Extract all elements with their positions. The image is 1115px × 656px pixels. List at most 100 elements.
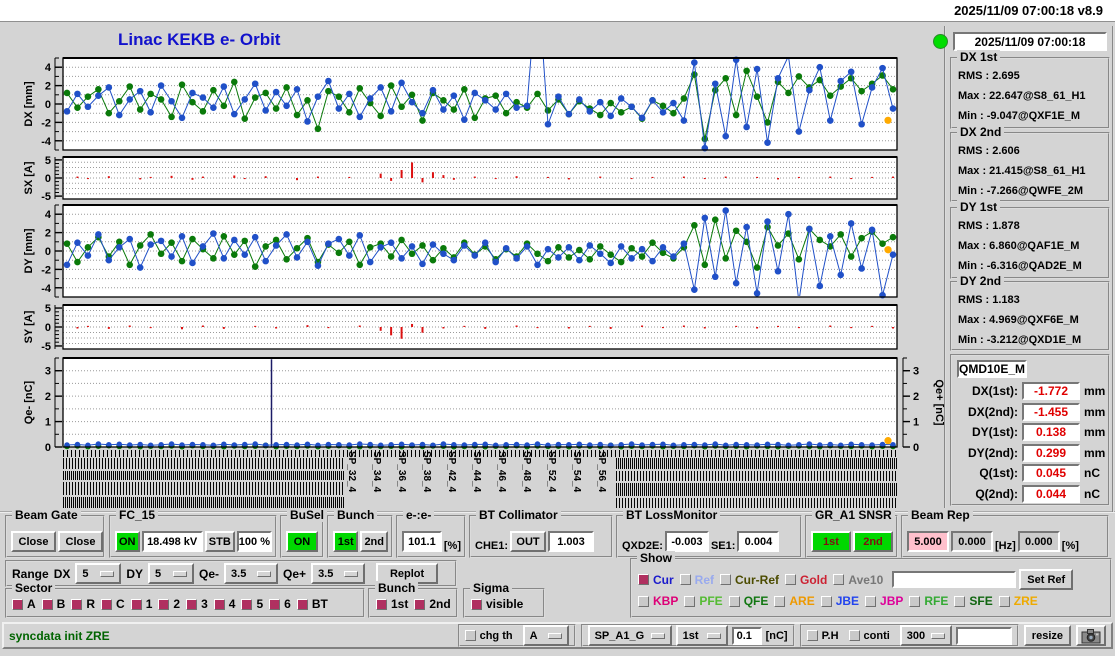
range-dx-dropdown[interactable]: 5: [75, 563, 122, 584]
set-ref-button[interactable]: Set Ref: [1019, 569, 1074, 590]
sector-item-c[interactable]: C: [101, 597, 125, 611]
chg-th-option[interactable]: chg th: [464, 629, 513, 642]
bunch-1st-button[interactable]: 1st: [333, 531, 359, 552]
sector-item-6[interactable]: 6: [269, 597, 291, 611]
show-option-ref[interactable]: Ref: [679, 573, 714, 587]
show-region-pfe[interactable]: PFE: [684, 594, 723, 608]
sector-item-r[interactable]: R: [71, 597, 95, 611]
fc15-on-button[interactable]: ON: [115, 531, 140, 552]
sigma-item-visible[interactable]: visible: [471, 597, 523, 611]
sector-select-dropdown[interactable]: A: [522, 625, 569, 646]
sector-item-checkbox[interactable]: [101, 598, 113, 610]
interval-dropdown[interactable]: 300: [899, 625, 952, 646]
show-region-checkbox[interactable]: [684, 595, 696, 607]
show-region-checkbox[interactable]: [728, 595, 740, 607]
show-region-checkbox[interactable]: [998, 595, 1010, 607]
sector-item-a[interactable]: A: [12, 597, 36, 611]
fc15-stb-button[interactable]: STB: [204, 531, 235, 552]
threshold-input[interactable]: [731, 626, 762, 645]
sector-item-checkbox[interactable]: [130, 598, 142, 610]
sector-item-3[interactable]: 3: [186, 597, 208, 611]
dropdown-indicator-icon: [650, 632, 665, 639]
stat-box-dy-2nd: DY 2nd RMS : 1.183 Max : 4.969@QXF6E_M M…: [950, 274, 1110, 351]
bunch-item-1st[interactable]: 1st: [376, 597, 408, 611]
sector-item-checkbox[interactable]: [241, 598, 253, 610]
sector-item-checkbox[interactable]: [12, 598, 23, 610]
sector-item-checkbox[interactable]: [71, 598, 83, 610]
conti-checkbox[interactable]: [848, 630, 860, 641]
screenshot-button[interactable]: [1076, 625, 1106, 646]
axis-tick-label: 0: [913, 442, 919, 454]
monitor-unit: mm: [1084, 445, 1106, 460]
bunch-item-checkbox[interactable]: [376, 598, 387, 610]
monitor-value: 0.045: [1022, 464, 1080, 483]
bpm-name-label: SP_54_4: [571, 451, 582, 493]
show-option-checkbox[interactable]: [638, 574, 649, 585]
show-option-checkbox[interactable]: [833, 574, 845, 585]
show-region-checkbox[interactable]: [820, 595, 832, 607]
bunch-item-2nd[interactable]: 2nd: [414, 597, 451, 611]
show-region-jbe[interactable]: JBE: [820, 594, 859, 608]
count-input[interactable]: [955, 626, 1012, 645]
show-region-checkbox[interactable]: [954, 595, 966, 607]
signal-select-dropdown[interactable]: SP_A1_G: [587, 625, 672, 646]
show-option-ave10[interactable]: Ave10: [833, 573, 883, 587]
monitor-unit: nC: [1084, 466, 1100, 481]
show-option-cur[interactable]: Cur: [638, 573, 674, 587]
sector-item-bt[interactable]: BT: [296, 597, 328, 611]
sector-item-checkbox[interactable]: [296, 598, 308, 610]
sigma-item-checkbox[interactable]: [471, 598, 482, 610]
sector-item-checkbox[interactable]: [41, 598, 53, 610]
monitor-row: DX(1st): -1.772 mm: [955, 381, 1105, 402]
sector-item-1[interactable]: 1: [130, 597, 152, 611]
show-option-gold[interactable]: Gold: [785, 573, 827, 587]
resize-button[interactable]: resize: [1023, 625, 1071, 646]
show-region-checkbox[interactable]: [774, 595, 786, 607]
ref-name-input[interactable]: [892, 571, 1017, 588]
show-region-qfe[interactable]: QFE: [728, 594, 768, 608]
beam-gate-close-1-button[interactable]: Close: [11, 531, 56, 552]
sector-item-b[interactable]: B: [41, 597, 65, 611]
sector-item-5[interactable]: 5: [241, 597, 263, 611]
chg-th-label: chg th: [479, 629, 513, 642]
gr-a1-1st-button[interactable]: 1st: [811, 531, 851, 552]
bunch-select-dropdown[interactable]: 1st: [675, 625, 728, 646]
bunch-item-checkbox[interactable]: [414, 598, 426, 610]
show-region-zre[interactable]: ZRE: [998, 594, 1038, 608]
sector-item-checkbox[interactable]: [213, 598, 225, 610]
show-region-are[interactable]: ARE: [774, 594, 815, 608]
bunch-2nd-button[interactable]: 2nd: [360, 531, 388, 552]
show-region-checkbox[interactable]: [638, 595, 649, 607]
che1-out-button[interactable]: OUT: [510, 531, 547, 552]
sector-item-checkbox[interactable]: [158, 598, 170, 610]
ph-checkbox[interactable]: [806, 630, 818, 641]
sector-item-2[interactable]: 2: [158, 597, 180, 611]
range-qe-minus-dropdown[interactable]: 3.5: [224, 563, 279, 584]
show-region-rfe[interactable]: RFE: [909, 594, 948, 608]
ph-option[interactable]: P.H: [806, 630, 839, 642]
sector-item-checkbox[interactable]: [269, 598, 281, 610]
range-qe-plus-dropdown[interactable]: 3.5: [311, 563, 366, 584]
bpm-name-label: SP_34_4: [371, 451, 382, 493]
range-dy-dropdown[interactable]: 5: [148, 563, 195, 584]
show-option-checkbox[interactable]: [679, 574, 691, 585]
sector-item-checkbox[interactable]: [186, 598, 198, 610]
qxd2e-value-display: -0.003: [664, 531, 709, 552]
show-option-checkbox[interactable]: [720, 574, 732, 585]
conti-option[interactable]: conti: [848, 629, 890, 642]
gr-a1-2nd-button[interactable]: 2nd: [853, 531, 893, 552]
show-region-checkbox[interactable]: [865, 595, 877, 607]
show-region-kbp[interactable]: KBP: [638, 594, 678, 608]
dropdown-indicator-icon: [257, 570, 272, 577]
beam-gate-close-2-button[interactable]: Close: [58, 531, 103, 552]
show-option-checkbox[interactable]: [785, 574, 797, 585]
show-region-jbp[interactable]: JBP: [865, 594, 903, 608]
busel-on-button[interactable]: ON: [286, 531, 318, 552]
show-region-checkbox[interactable]: [909, 595, 921, 607]
show-region-label: ZRE: [1013, 594, 1038, 608]
sector-item-4[interactable]: 4: [213, 597, 235, 611]
show-region-sfe[interactable]: SFE: [954, 594, 993, 608]
chg-th-checkbox[interactable]: [464, 630, 476, 641]
show-option-cur-ref[interactable]: Cur-Ref: [720, 573, 779, 587]
conti-label: conti: [863, 629, 890, 642]
